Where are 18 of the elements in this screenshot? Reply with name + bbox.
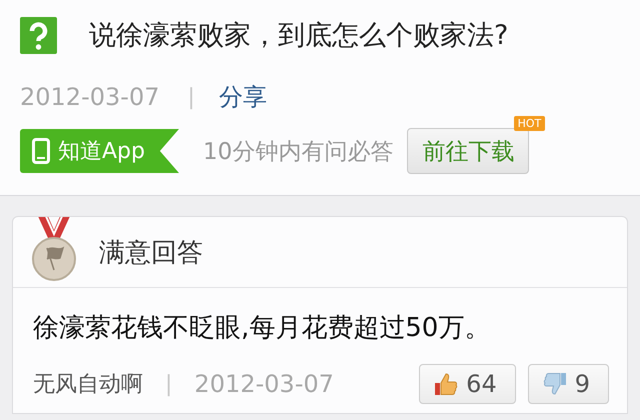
answer-heading: 满意回答 (99, 236, 203, 270)
answer-text: 徐濠萦花钱不眨眼,每月花费超过50万。 (32, 312, 492, 345)
phone-icon (32, 138, 50, 164)
download-button[interactable]: 前往下载 (407, 128, 530, 174)
question-icon (20, 16, 57, 54)
app-slogan: 10分钟内有问必答 (202, 138, 394, 166)
dislike-button[interactable]: 9 (528, 364, 609, 404)
question-title: 说徐濠萦败家，到底怎么个败家法? (89, 19, 508, 53)
thumbs-up-icon (434, 372, 458, 396)
answer-date: 2012-03-07 (194, 370, 334, 398)
thumbs-down-icon (542, 372, 567, 396)
question-date: 2012-03-07 (20, 83, 160, 111)
separator: | (187, 84, 195, 110)
hot-badge: HOT (514, 116, 546, 131)
separator: | (165, 372, 172, 396)
like-button[interactable]: 64 (419, 364, 516, 404)
share-link[interactable]: 分享 (218, 81, 267, 113)
answer-author: 无风自动啊 (33, 371, 143, 399)
